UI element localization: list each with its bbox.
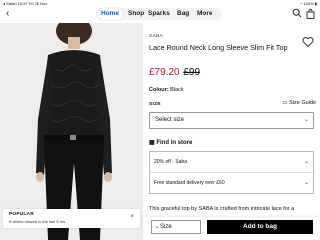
- colour-value: Black: [170, 87, 184, 93]
- chevron-down-icon: ⌄: [155, 224, 160, 230]
- offer-row[interactable]: 20% off - Saba ⌄: [150, 152, 313, 173]
- size-label: SIZE: [149, 102, 161, 107]
- bottom-bar: ⌄ Size Add to bag: [143, 217, 320, 240]
- close-icon[interactable]: ×: [130, 214, 134, 220]
- heart-icon[interactable]: [302, 36, 314, 48]
- add-to-bag-button[interactable]: Add to bag: [207, 220, 313, 234]
- back-chevron-icon[interactable]: ‹: [6, 8, 9, 20]
- colour-label: Colour:: [149, 87, 169, 93]
- offers-box: 20% off - Saba ⌄ Free standard delivery …: [149, 151, 314, 194]
- price: £79.20 £99: [149, 67, 200, 78]
- product-image[interactable]: [0, 23, 143, 240]
- bottom-size-select[interactable]: ⌄ Size: [151, 220, 201, 234]
- chevron-down-icon: ⌄: [303, 117, 309, 123]
- chevron-down-icon: ⌄: [303, 159, 309, 165]
- find-in-store-label: Find in store: [156, 140, 193, 146]
- model-illustration: [36, 23, 112, 240]
- size-guide-label: Size Guide: [289, 100, 316, 106]
- tab-shop[interactable]: Shop: [128, 8, 144, 20]
- product-details: SABA Lace Round Neck Long Sleeve Slim Fi…: [143, 23, 320, 240]
- find-in-store-link[interactable]: ▦ Find in store: [149, 139, 192, 146]
- tab-sparks[interactable]: Sparks: [148, 8, 170, 20]
- delivery-row[interactable]: Free standard delivery over £60 ⌄: [150, 173, 313, 194]
- product-description: This graceful top by SABA is crafted fro…: [149, 206, 295, 212]
- nav-tabs: Home Shop Sparks Bag More: [96, 8, 222, 20]
- tab-more[interactable]: More: [197, 8, 213, 20]
- popular-subtitle: 9 others viewed in the last 5 hrs: [9, 219, 66, 224]
- colour-info: Colour: Black: [149, 87, 184, 93]
- tab-bag[interactable]: Bag: [177, 8, 189, 20]
- size-select-value: Select size: [155, 117, 185, 123]
- price-current: £79.20: [149, 67, 180, 78]
- product-title: Lace Round Neck Long Sleeve Slim Fit Top: [149, 43, 288, 52]
- chevron-down-icon: ⌄: [303, 180, 309, 186]
- offer-text: 20% off - Saba: [154, 159, 187, 165]
- size-select[interactable]: Select size ⌄: [149, 112, 314, 129]
- delivery-text: Free standard delivery over £60: [154, 180, 225, 186]
- brand-name[interactable]: SABA: [149, 34, 163, 39]
- shopping-bag-icon[interactable]: [306, 9, 315, 19]
- bottom-size-label: Size: [160, 224, 172, 230]
- top-nav: ‹ Home Shop Sparks Bag More: [0, 7, 320, 21]
- price-original: £99: [183, 67, 201, 78]
- popular-title: POPULAR: [9, 212, 34, 217]
- size-guide-link[interactable]: ▭ Size Guide: [282, 100, 316, 106]
- search-icon[interactable]: [292, 8, 302, 18]
- tab-home[interactable]: Home: [97, 8, 123, 20]
- popular-banner: POPULAR 9 others viewed in the last 5 hr…: [3, 209, 140, 228]
